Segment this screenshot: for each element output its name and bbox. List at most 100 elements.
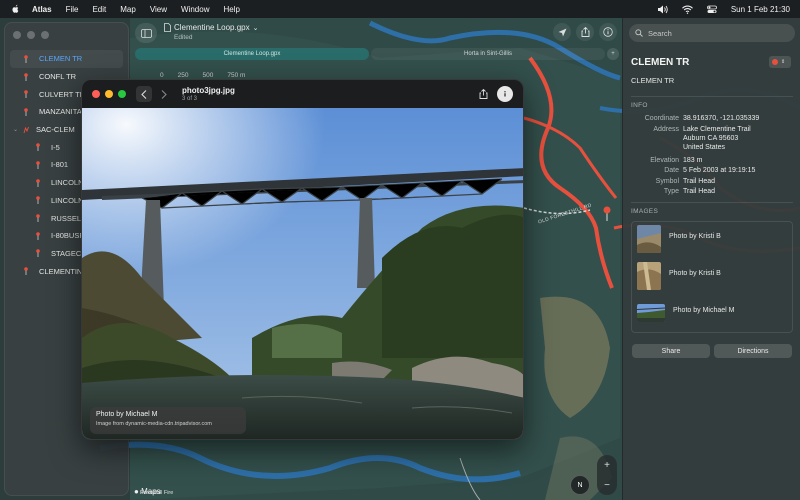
tab-clementine-loop[interactable]: Clementine Loop.gpx	[135, 48, 369, 60]
next-photo-button[interactable]	[156, 86, 172, 102]
info-key: Elevation	[650, 156, 679, 164]
menu-file[interactable]: File	[66, 5, 79, 14]
previous-photo-button[interactable]	[136, 86, 152, 102]
pin-icon	[36, 178, 40, 187]
zoom-in-button[interactable]: +	[604, 460, 610, 471]
sidebar-icon	[140, 28, 152, 38]
chevron-down-icon[interactable]: ⌄	[253, 24, 259, 32]
pin-icon	[36, 143, 40, 152]
sidebar-item-label: CONFL TR	[39, 72, 77, 82]
info-row: Coordinate 38.916370, -121.035339	[623, 114, 800, 123]
viewer-title: photo3jpg.jpg	[182, 86, 235, 95]
info-key: Type	[663, 188, 679, 195]
info-value[interactable]: 183 m	[683, 156, 793, 165]
menu-window[interactable]: Window	[181, 5, 209, 14]
zoom-button[interactable]	[41, 31, 49, 39]
scale-label-500: 500	[202, 72, 214, 79]
pin-icon	[36, 214, 40, 223]
viewer-zoom-button[interactable]	[118, 90, 126, 98]
viewer-close-button[interactable]	[92, 90, 100, 98]
info-row: Elevation 183 m	[623, 156, 800, 165]
chevron-left-icon	[141, 89, 147, 99]
info-value[interactable]: 5 Feb 2003 at 19:19:15	[683, 166, 793, 175]
image-item[interactable]: Photo by Michael M	[632, 296, 792, 333]
divider	[631, 202, 793, 203]
document-icon	[164, 23, 171, 32]
directions-button[interactable]: Directions	[714, 344, 792, 358]
divider	[631, 96, 793, 97]
chevron-updown-icon: ⇕	[781, 59, 786, 65]
menu-app-name[interactable]: Atlas	[32, 5, 52, 14]
sidebar-item-clemen-tr[interactable]: CLEMEN TR	[10, 50, 123, 68]
info-value[interactable]: Trail Head	[683, 177, 793, 186]
viewer-minimize-button[interactable]	[105, 90, 113, 98]
sidebar-toggle-button[interactable]	[135, 23, 157, 43]
share-button[interactable]	[576, 23, 594, 41]
image-item[interactable]: Photo by Kristi B	[632, 259, 792, 296]
viewer-info-button[interactable]	[497, 86, 513, 102]
pin-icon	[24, 267, 28, 276]
document-title[interactable]: Clementine Loop.gpx ⌄	[164, 23, 258, 32]
info-button[interactable]	[599, 23, 617, 41]
sidebar-item-label: CULVERT TR	[39, 89, 86, 99]
inspector-panel: CLEMEN TR ⇕ CLEMEN TR INFO Coordinate 38.…	[622, 18, 800, 500]
viewer-count: 3 of 3	[182, 96, 198, 102]
menu-view[interactable]: View	[150, 5, 167, 14]
viewer-nav	[136, 86, 172, 102]
control-center-icon[interactable]	[706, 5, 717, 14]
compass-button[interactable]: N	[570, 475, 590, 495]
image-label: Photo by Michael M	[673, 307, 735, 314]
add-tab-button[interactable]: +	[607, 48, 619, 60]
info-value[interactable]: Trail Head	[683, 187, 793, 196]
caption-title: Photo by Michael M	[96, 411, 158, 418]
info-value[interactable]: Lake Clementine Trail	[683, 125, 793, 134]
pin-icon	[36, 196, 40, 205]
info-row: United States	[623, 143, 800, 152]
menubar-clock[interactable]: Sun 1 Feb 21:30	[731, 5, 790, 14]
menu-map[interactable]: Map	[120, 5, 136, 14]
tab-bar: Clementine Loop.gpx Horta in Sint-Gillis…	[135, 48, 619, 60]
window-controls	[13, 31, 49, 39]
route-icon	[23, 126, 29, 133]
volume-icon[interactable]	[657, 5, 668, 14]
info-value[interactable]: United States	[683, 143, 793, 152]
menu-help[interactable]: Help	[223, 5, 239, 14]
info-row: Auburn CA 95603	[623, 134, 800, 143]
scale-label-0: 0	[160, 72, 164, 79]
info-value[interactable]: 38.916370, -121.035339	[683, 114, 793, 123]
inspector-title[interactable]: CLEMEN TR	[631, 57, 689, 68]
image-thumbnail	[637, 261, 661, 290]
locate-button[interactable]	[553, 23, 571, 41]
share-icon	[581, 27, 589, 37]
minimize-button[interactable]	[27, 31, 35, 39]
tab-horta[interactable]: Horta in Sint-Gillis	[371, 48, 605, 60]
compass-label: N	[577, 481, 583, 489]
image-item[interactable]: Photo by Kristi B	[632, 222, 792, 259]
wifi-icon[interactable]	[681, 5, 693, 14]
chevron-down-icon[interactable]: ⌄	[13, 126, 19, 133]
viewer-share-button[interactable]	[475, 86, 491, 102]
zoom-out-button[interactable]: −	[604, 480, 610, 491]
share-button[interactable]: Share	[632, 344, 710, 358]
maps-logo-label: Maps	[141, 487, 161, 496]
search-field[interactable]	[629, 24, 795, 42]
pin-icon	[24, 72, 28, 81]
info-value[interactable]: Auburn CA 95603	[683, 134, 793, 143]
info-key: Coordinate	[644, 115, 679, 122]
apple-logo-icon[interactable]	[10, 4, 20, 14]
info-row: Address Lake Clementine Trail	[623, 125, 800, 134]
document-title-label: Clementine Loop.gpx	[174, 23, 250, 32]
caption-source[interactable]: Image from dynamic-media-cdn.tripadvisor…	[96, 421, 240, 427]
search-input[interactable]	[648, 28, 788, 38]
info-header: INFO	[631, 102, 648, 109]
inspector-subtitle[interactable]: CLEMEN TR	[631, 76, 674, 85]
color-picker-button[interactable]: ⇕	[769, 56, 791, 68]
close-button[interactable]	[13, 31, 21, 39]
image-label: Photo by Kristi B	[669, 270, 721, 277]
info-row: Type Trail Head	[623, 187, 800, 196]
pin-icon	[36, 161, 40, 169]
menu-edit[interactable]: Edit	[92, 5, 106, 14]
pin-icon	[24, 108, 28, 116]
toolbar-actions	[553, 23, 617, 41]
pin-icon	[36, 231, 40, 240]
